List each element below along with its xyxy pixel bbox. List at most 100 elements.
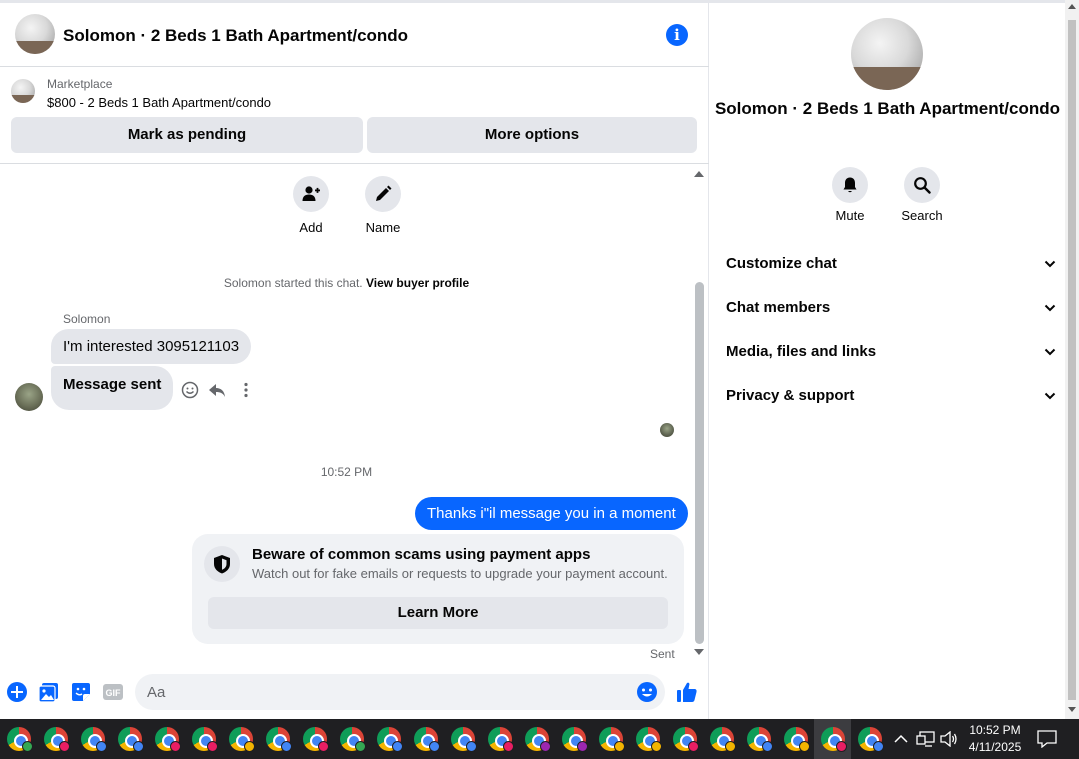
pencil-icon [376, 185, 392, 201]
taskbar-chrome-window[interactable] [296, 719, 333, 759]
taskbar-chrome-window[interactable] [629, 719, 666, 759]
listing-avatar[interactable] [15, 14, 55, 54]
name-chat-button[interactable] [365, 176, 401, 212]
message-composer: GIF [0, 671, 709, 715]
page-scroll-down-arrow[interactable] [1068, 707, 1076, 712]
profile-badge [133, 741, 144, 752]
photo-icon[interactable] [38, 681, 60, 703]
message-bubble-outgoing[interactable]: Thanks i"il message you in a moment [415, 497, 688, 530]
gif-icon[interactable]: GIF [102, 681, 124, 703]
taskbar-chrome-window[interactable] [74, 719, 111, 759]
svg-text:GIF: GIF [106, 688, 122, 698]
taskbar-chrome-window[interactable] [555, 719, 592, 759]
mark-as-pending-button[interactable]: Mark as pending [11, 117, 363, 153]
thumbs-up-icon[interactable] [675, 680, 699, 704]
profile-badge [651, 741, 662, 752]
profile-badge [96, 741, 107, 752]
profile-badge [281, 741, 292, 752]
page-scrollbar-thumb[interactable] [1068, 20, 1076, 700]
taskbar-chrome-window[interactable] [777, 719, 814, 759]
taskbar-chrome-window[interactable] [0, 719, 37, 759]
section-label: Customize chat [726, 255, 837, 272]
profile-badge [762, 741, 773, 752]
taskbar-chrome-window[interactable] [851, 719, 888, 759]
info-icon[interactable]: i [666, 24, 688, 46]
chat-scrollbar-thumb[interactable] [695, 282, 704, 644]
scam-warning-title: Beware of common scams using payment app… [252, 546, 591, 563]
message-bubble-incoming[interactable]: I'm interested 3095121103 [51, 329, 252, 364]
message-input[interactable] [135, 674, 665, 710]
search-button[interactable] [904, 167, 940, 203]
message-bubble-incoming[interactable]: Message sent [51, 366, 174, 410]
more-vertical-icon[interactable] [237, 381, 255, 399]
seen-indicator-avatar [660, 423, 674, 437]
taskbar-chrome-window[interactable] [740, 719, 777, 759]
profile-badge [799, 741, 810, 752]
taskbar-clock[interactable]: 10:52 PM 4/11/2025 [960, 722, 1030, 756]
chevron-down-icon [1044, 304, 1056, 312]
profile-badge [466, 741, 477, 752]
taskbar-chrome-window[interactable] [814, 719, 851, 759]
taskbar-chrome-window[interactable] [444, 719, 481, 759]
listing-thumbnail[interactable] [11, 79, 35, 103]
taskbar-chrome-window[interactable] [666, 719, 703, 759]
windows-taskbar: 10:52 PM 4/11/2025 [0, 719, 1079, 759]
info-listing-avatar[interactable] [851, 18, 923, 90]
section-label: Media, files and links [726, 343, 877, 360]
section-media-files-links[interactable]: Media, files and links [726, 332, 1056, 372]
profile-badge [725, 741, 736, 752]
taskbar-chrome-window[interactable] [222, 719, 259, 759]
profile-badge [577, 741, 588, 752]
add-person-button[interactable] [293, 176, 329, 212]
taskbar-chrome-window[interactable] [185, 719, 222, 759]
taskbar-chrome-window[interactable] [370, 719, 407, 759]
taskbar-chrome-window[interactable] [333, 719, 370, 759]
taskbar-chrome-window[interactable] [111, 719, 148, 759]
chevron-down-icon [1044, 392, 1056, 400]
scam-warning-subtitle: Watch out for fake emails or requests to… [252, 566, 668, 581]
search-icon [914, 177, 931, 194]
section-customize-chat[interactable]: Customize chat [726, 244, 1056, 284]
more-options-button[interactable]: More options [367, 117, 697, 153]
section-label: Privacy & support [726, 387, 855, 404]
sticker-icon[interactable] [70, 681, 92, 703]
react-emoji-icon[interactable] [181, 381, 199, 399]
profile-badge [207, 741, 218, 752]
scroll-down-arrow[interactable] [694, 649, 704, 655]
scam-warning-card: Beware of common scams using payment app… [192, 534, 684, 644]
emoji-icon[interactable] [636, 681, 658, 703]
taskbar-chrome-window[interactable] [481, 719, 518, 759]
taskbar-chrome-window[interactable] [592, 719, 629, 759]
learn-more-button[interactable]: Learn More [208, 597, 668, 629]
volume-icon[interactable] [940, 731, 958, 747]
chevron-up-icon[interactable] [894, 733, 908, 745]
plus-circle-icon[interactable] [6, 681, 28, 703]
mute-button[interactable] [832, 167, 868, 203]
clock-date: 4/11/2025 [968, 740, 1022, 754]
taskbar-chrome-window[interactable] [148, 719, 185, 759]
listing-price-title[interactable]: $800 - 2 Beds 1 Bath Apartment/condo [47, 95, 271, 110]
taskbar-chrome-window[interactable] [259, 719, 296, 759]
notification-center-icon[interactable] [1037, 730, 1057, 748]
section-label: Chat members [726, 299, 831, 316]
chat-pane: Solomon · 2 Beds 1 Bath Apartment/condo … [0, 3, 709, 719]
taskbar-chrome-window[interactable] [37, 719, 74, 759]
taskbar-chrome-window[interactable] [407, 719, 444, 759]
profile-badge [392, 741, 403, 752]
scroll-up-arrow[interactable] [694, 171, 704, 177]
chat-title[interactable]: Solomon · 2 Beds 1 Bath Apartment/condo [63, 26, 408, 46]
clock-time: 10:52 PM [969, 723, 1021, 737]
reply-icon[interactable] [208, 381, 226, 399]
network-icon[interactable] [916, 731, 936, 747]
view-buyer-profile-link[interactable]: View buyer profile [366, 276, 469, 290]
taskbar-chrome-window[interactable] [518, 719, 555, 759]
sender-avatar[interactable] [15, 383, 43, 411]
taskbar-chrome-window[interactable] [703, 719, 740, 759]
shield-icon [214, 555, 230, 574]
mute-label: Mute [835, 208, 865, 223]
sender-name: Solomon [63, 312, 111, 326]
section-privacy-support[interactable]: Privacy & support [726, 376, 1056, 416]
page-scroll-up-arrow[interactable] [1068, 4, 1076, 9]
chevron-down-icon [1044, 348, 1056, 356]
section-chat-members[interactable]: Chat members [726, 288, 1056, 328]
